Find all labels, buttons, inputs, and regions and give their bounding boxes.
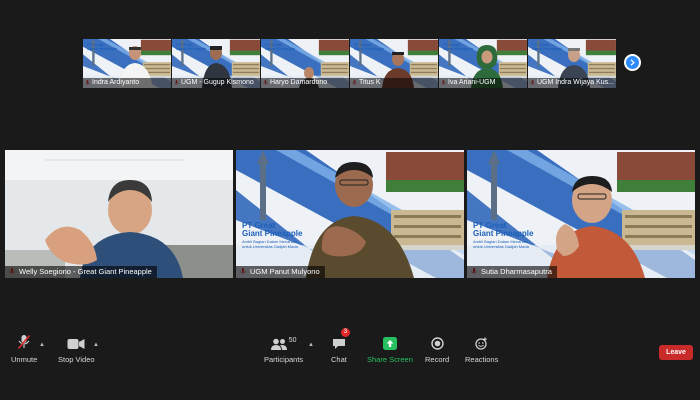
participant-video bbox=[547, 176, 645, 278]
participants-button[interactable]: 50 Participants bbox=[264, 330, 303, 364]
participant-name: UGM Indra Wijaya Kus... bbox=[528, 78, 616, 88]
record-button[interactable]: Record bbox=[425, 330, 449, 364]
thumbnail-tile[interactable]: PT Great Giant Pineapple Indra Ardiyanto bbox=[83, 39, 171, 88]
record-label: Record bbox=[425, 355, 450, 364]
chat-unread-badge: 3 bbox=[340, 328, 350, 337]
participant-name: Iva Ariani-UGM bbox=[439, 78, 527, 88]
thumbnail-tile[interactable]: PT Great Giant Pineapple UGM Indra Wijay… bbox=[528, 39, 616, 88]
chat-bubble-icon bbox=[332, 339, 345, 349]
participant-name: UGM - Gugup Kismono bbox=[172, 78, 260, 88]
brand-text: Giant Pineapple bbox=[532, 46, 563, 51]
thumbnail-strip: PT Great Giant Pineapple Indra Ardiyanto… bbox=[83, 39, 619, 88]
leave-button[interactable]: Leave bbox=[659, 345, 693, 360]
record-icon bbox=[430, 337, 444, 350]
brand-text: Giant Pineapple bbox=[265, 46, 296, 51]
stop-video-button[interactable]: Stop Video bbox=[58, 330, 95, 364]
chevron-right-icon bbox=[630, 59, 635, 66]
participants-label: Participants bbox=[264, 355, 304, 364]
mic-muted-icon bbox=[18, 335, 31, 349]
participant-video bbox=[306, 162, 414, 278]
unmute-button[interactable]: Unmute bbox=[11, 330, 37, 364]
participants-options-caret[interactable]: ▲ bbox=[308, 342, 314, 348]
participants-icon bbox=[270, 338, 287, 350]
reactions-button[interactable]: Reactions bbox=[465, 330, 498, 364]
thumbnail-tile[interactable]: PT Great Giant Pineapple UGM - Gugup Kis… bbox=[172, 39, 260, 88]
share-screen-icon bbox=[382, 337, 397, 350]
reactions-label: Reactions bbox=[465, 355, 499, 364]
participant-name: Welly Soegiono - Great Giant Pineapple bbox=[5, 266, 157, 278]
video-tile[interactable]: PT Great Giant Pineapple Ambil Bagian Da… bbox=[236, 150, 464, 278]
video-tile[interactable]: PT Great Giant Pineapple Ambil Bagian Da… bbox=[467, 150, 695, 278]
chat-button[interactable]: 3 Chat bbox=[331, 328, 350, 364]
stop-video-label: Stop Video bbox=[58, 355, 95, 364]
participant-name: Indra Ardiyanto bbox=[83, 78, 171, 88]
participant-name: UGM Panut Mulyono bbox=[236, 266, 325, 278]
chat-label: Chat bbox=[331, 355, 347, 364]
thumbnail-tile[interactable]: PT Great Giant Pineapple Iva Ariani-UGM bbox=[439, 39, 527, 88]
video-options-caret[interactable]: ▲ bbox=[93, 342, 99, 348]
participant-name: Titus K bbox=[350, 78, 438, 88]
brand-text: Giant Pineapple bbox=[176, 46, 207, 51]
participant-name: Sutia Dharmasaputra bbox=[467, 266, 557, 278]
brand-text: Giant Pineapple bbox=[87, 46, 118, 51]
video-camera-icon bbox=[67, 339, 85, 349]
audio-options-caret[interactable]: ▲ bbox=[39, 342, 45, 348]
share-screen-button[interactable]: Share Screen bbox=[367, 330, 413, 364]
thumbnail-tile[interactable]: PT Great Giant Pineapple Titus K bbox=[350, 39, 438, 88]
unmute-label: Unmute bbox=[11, 355, 38, 364]
participants-count: 50 bbox=[288, 337, 297, 344]
video-tile[interactable]: Welly Soegiono - Great Giant Pineapple bbox=[5, 150, 233, 278]
participant-video bbox=[5, 150, 233, 278]
thumbnail-tile[interactable]: PT Great Giant Pineapple Haryo Damardono bbox=[261, 39, 349, 88]
brand-text: Giant Pineapple bbox=[443, 46, 474, 51]
participant-name: Haryo Damardono bbox=[261, 78, 349, 88]
emoji-smile-icon bbox=[475, 337, 487, 350]
meeting-toolbar: Unmute ▲ Stop Video ▲ 50 Participants ▲ bbox=[0, 328, 700, 370]
brand-text: Giant Pineapple bbox=[354, 46, 385, 51]
share-screen-label: Share Screen bbox=[367, 355, 413, 364]
next-page-button[interactable] bbox=[624, 54, 641, 71]
